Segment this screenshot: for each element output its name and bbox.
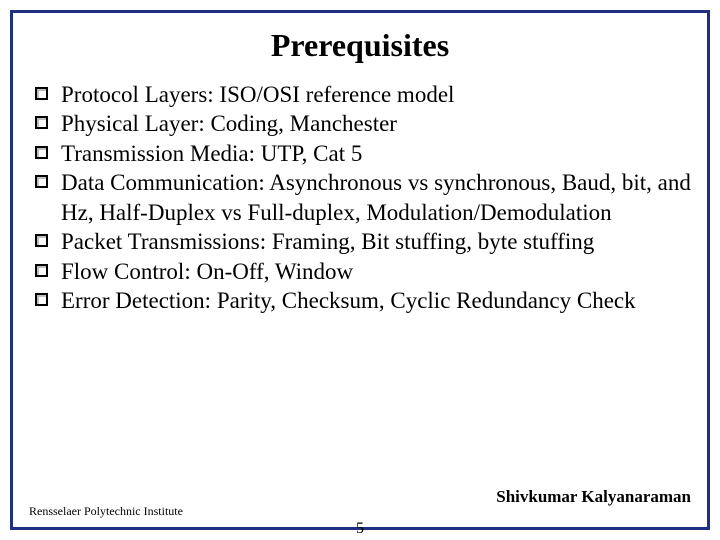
hollow-square-icon	[35, 146, 48, 159]
footer-institution: Rensselaer Polytechnic Institute	[29, 504, 183, 519]
page-number: 5	[356, 520, 364, 538]
bullet-text: Physical Layer: Coding, Manchester	[61, 111, 397, 136]
bullet-text: Error Detection: Parity, Checksum, Cycli…	[61, 288, 636, 313]
slide-title: Prerequisites	[29, 27, 691, 64]
footer-author: Shivkumar Kalyanaraman	[496, 487, 691, 507]
list-item: Packet Transmissions: Framing, Bit stuff…	[33, 227, 691, 256]
hollow-square-icon	[35, 234, 48, 247]
list-item: Physical Layer: Coding, Manchester	[33, 109, 691, 138]
list-item: Data Communication: Asynchronous vs sync…	[33, 168, 691, 227]
slide-frame: Prerequisites Protocol Layers: ISO/OSI r…	[10, 10, 710, 530]
bullet-text: Flow Control: On-Off, Window	[61, 259, 353, 284]
bullet-list: Protocol Layers: ISO/OSI reference model…	[29, 80, 691, 316]
bullet-text: Packet Transmissions: Framing, Bit stuff…	[61, 229, 594, 254]
list-item: Transmission Media: UTP, Cat 5	[33, 139, 691, 168]
list-item: Flow Control: On-Off, Window	[33, 257, 691, 286]
hollow-square-icon	[35, 293, 48, 306]
bullet-text: Protocol Layers: ISO/OSI reference model	[61, 82, 454, 107]
list-item: Error Detection: Parity, Checksum, Cycli…	[33, 286, 691, 315]
hollow-square-icon	[35, 264, 48, 277]
list-item: Protocol Layers: ISO/OSI reference model	[33, 80, 691, 109]
bullet-text: Transmission Media: UTP, Cat 5	[61, 141, 362, 166]
bullet-text: Data Communication: Asynchronous vs sync…	[61, 170, 691, 224]
hollow-square-icon	[35, 116, 48, 129]
hollow-square-icon	[35, 175, 48, 188]
hollow-square-icon	[35, 87, 48, 100]
